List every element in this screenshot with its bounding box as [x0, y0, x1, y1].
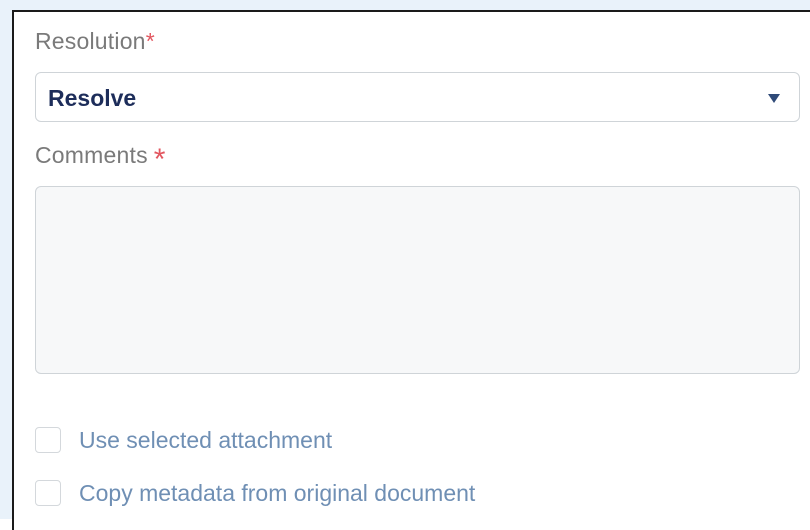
comments-label: Comments * [35, 142, 166, 175]
comments-textarea[interactable] [35, 186, 800, 374]
use-selected-attachment-option[interactable]: Use selected attachment [35, 425, 332, 455]
triangle-down-icon[interactable] [768, 94, 780, 103]
comments-label-text: Comments [35, 142, 148, 168]
copy-metadata-option[interactable]: Copy metadata from original document [35, 478, 475, 508]
required-marker: * [145, 28, 155, 54]
copy-metadata-checkbox[interactable] [35, 480, 61, 506]
required-marker: * [153, 143, 166, 176]
resolution-form: Resolution* Resolve Comments * Use select… [12, 10, 810, 530]
resolution-select-value: Resolve [48, 85, 137, 111]
dialog-background: Resolution* Resolve Comments * Use select… [0, 0, 810, 530]
resolution-label: Resolution* [35, 28, 155, 55]
resolution-label-text: Resolution [35, 28, 146, 54]
use-selected-attachment-checkbox[interactable] [35, 427, 61, 453]
resolution-select[interactable]: Resolve [35, 72, 800, 122]
copy-metadata-label[interactable]: Copy metadata from original document [79, 480, 475, 507]
use-selected-attachment-label[interactable]: Use selected attachment [79, 427, 332, 454]
